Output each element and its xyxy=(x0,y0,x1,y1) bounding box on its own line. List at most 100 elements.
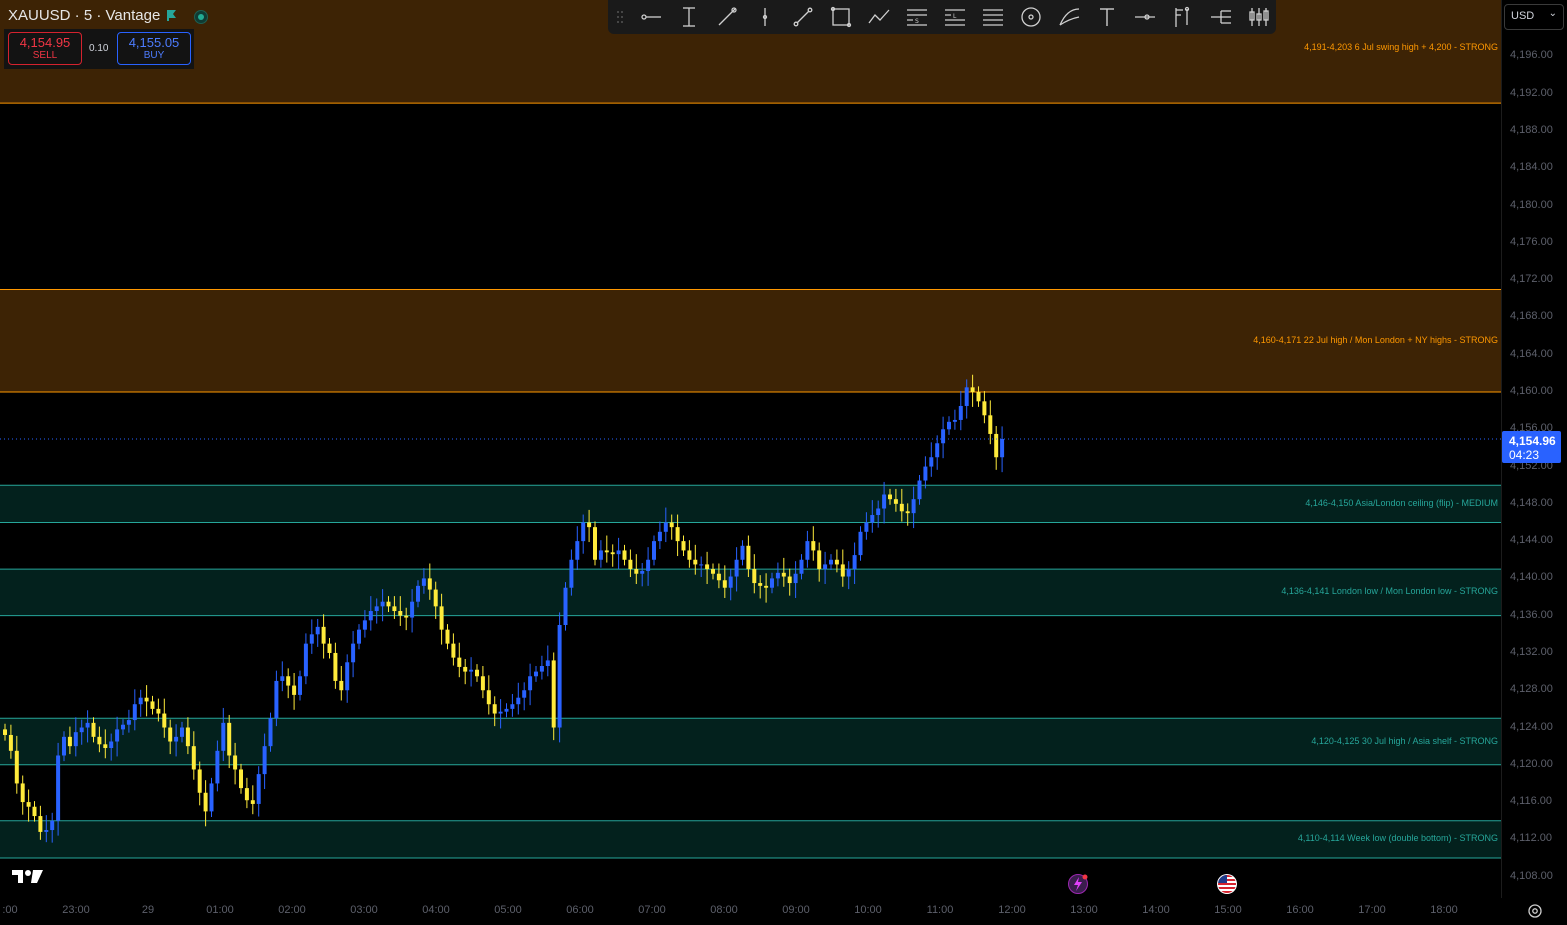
candle xyxy=(351,631,356,678)
candle xyxy=(935,435,940,470)
parallel-lines-icon[interactable] xyxy=(981,5,1005,29)
candle xyxy=(510,693,515,717)
lightning-event-icon[interactable] xyxy=(1067,873,1089,895)
candle xyxy=(445,624,450,650)
candle xyxy=(315,618,320,647)
spread-value: 0.10 xyxy=(89,43,109,54)
candle xyxy=(982,391,987,424)
candle xyxy=(469,657,474,687)
price-chart[interactable] xyxy=(0,0,1567,925)
sell-button[interactable]: 4,154.95 SELL xyxy=(8,32,82,65)
rectangle-icon[interactable] xyxy=(829,5,853,29)
candle xyxy=(923,456,928,489)
gear-icon[interactable] xyxy=(1526,902,1544,920)
price-tick-label: 4,120.00 xyxy=(1510,757,1553,770)
price-tick-label: 4,168.00 xyxy=(1510,310,1553,323)
candle xyxy=(610,544,615,567)
candle xyxy=(811,526,816,561)
candle xyxy=(463,659,468,685)
trend-pen-icon[interactable] xyxy=(715,5,739,29)
candle xyxy=(687,540,692,568)
time-tick-label: 15:00 xyxy=(1214,904,1242,916)
candle xyxy=(286,668,291,699)
candle xyxy=(829,554,833,571)
time-tick-label: 14:00 xyxy=(1142,904,1170,916)
tradingview-logo-icon[interactable] xyxy=(12,868,44,886)
candle xyxy=(575,526,580,571)
candle xyxy=(480,666,485,699)
ray-icon[interactable] xyxy=(1133,5,1157,29)
candle xyxy=(298,670,302,701)
flag-pole-icon[interactable] xyxy=(1171,5,1195,29)
us-flag-event-icon[interactable] xyxy=(1216,873,1238,895)
candle xyxy=(268,712,273,752)
time-tick-label: 29 xyxy=(141,904,155,916)
zone-rect[interactable] xyxy=(0,485,1501,523)
candle xyxy=(958,391,963,431)
price-tick-label: 4,140.00 xyxy=(1510,571,1553,584)
price-tick-label: 4,128.00 xyxy=(1510,683,1553,696)
candle xyxy=(622,544,627,566)
buy-button[interactable]: 4,155.05 BUY xyxy=(117,32,191,65)
fork-icon[interactable] xyxy=(1209,5,1233,29)
time-tick-label: 05:00 xyxy=(494,904,522,916)
vertical-measure-icon[interactable] xyxy=(677,5,701,29)
candle xyxy=(1000,426,1005,473)
text-icon[interactable] xyxy=(1095,5,1119,29)
candle xyxy=(652,535,656,566)
zone-label: 4,160-4,171 22 Jul high / Mon London + N… xyxy=(1253,334,1498,345)
candle xyxy=(150,695,155,715)
currency-select[interactable]: USD ⌄ xyxy=(1504,4,1564,30)
candle xyxy=(604,535,609,563)
candle xyxy=(740,540,745,566)
zone-rect[interactable] xyxy=(0,820,1501,858)
candle xyxy=(598,540,603,568)
horizontal-ray-icon[interactable] xyxy=(639,5,663,29)
vertical-line-icon[interactable] xyxy=(753,5,777,29)
candle xyxy=(941,416,946,459)
candle xyxy=(947,416,951,435)
candle xyxy=(292,672,297,710)
candle xyxy=(545,645,550,677)
svg-text:S: S xyxy=(915,18,919,25)
price-tick-label: 4,188.00 xyxy=(1510,124,1553,137)
time-tick-label: :00 xyxy=(2,904,18,916)
candle xyxy=(616,537,621,570)
candles-icon[interactable] xyxy=(1247,5,1271,29)
fib-s-icon[interactable]: S xyxy=(905,5,929,29)
fib-l-icon[interactable]: L xyxy=(943,5,967,29)
price-tick-label: 4,108.00 xyxy=(1510,869,1553,882)
symbol-title[interactable]: XAUUSD · 5 · Vantage xyxy=(8,7,160,24)
candle xyxy=(528,663,533,706)
svg-text:L: L xyxy=(953,13,957,20)
candle xyxy=(321,614,326,659)
candle xyxy=(522,682,527,711)
candle xyxy=(357,624,361,650)
candle xyxy=(475,664,479,682)
candle xyxy=(681,535,686,557)
drag-grip-icon[interactable] xyxy=(616,9,624,25)
time-tick-label: 09:00 xyxy=(782,904,810,916)
path-icon[interactable] xyxy=(867,5,891,29)
circle-icon[interactable] xyxy=(1019,5,1043,29)
price-tick-label: 4,132.00 xyxy=(1510,645,1553,658)
price-tick-label: 4,176.00 xyxy=(1510,235,1553,248)
candle xyxy=(929,442,934,477)
zone-label: 4,146-4,150 Asia/London ceiling (flip) -… xyxy=(1305,497,1498,508)
candle xyxy=(486,675,491,715)
candle xyxy=(280,661,285,692)
candle xyxy=(516,682,521,715)
flag-icon[interactable] xyxy=(166,9,178,21)
trend-line-icon[interactable] xyxy=(791,5,815,29)
current-price-tag: 4,154.96 04:23 xyxy=(1502,431,1561,463)
candle xyxy=(26,789,31,822)
candle xyxy=(563,582,568,631)
time-tick-label: 12:00 xyxy=(998,904,1026,916)
brush-icon[interactable] xyxy=(1057,5,1081,29)
candle xyxy=(303,633,308,685)
candle xyxy=(32,801,37,822)
zone-rect[interactable] xyxy=(0,569,1501,616)
candle xyxy=(657,521,662,550)
candle xyxy=(239,763,243,794)
time-tick-label: 06:00 xyxy=(566,904,594,916)
